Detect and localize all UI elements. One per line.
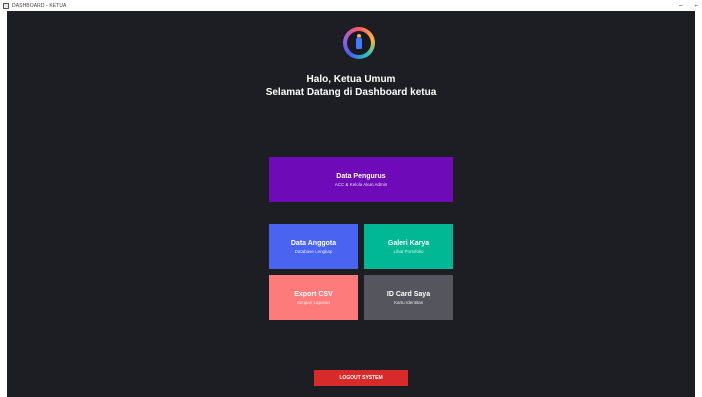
card-title: Galeri Karya — [387, 239, 430, 247]
card-subtitle: Kartu Identitas — [393, 299, 424, 305]
close-button[interactable]: ⌐ — [694, 3, 698, 9]
data-anggota-card[interactable]: Data Anggota Database Lengkap — [269, 224, 358, 269]
greeting-block: Halo, Ketua Umum Selamat Datang di Dashb… — [7, 73, 695, 99]
window-controls: – ⌐ — [679, 0, 698, 11]
galeri-karya-card[interactable]: Galeri Karya Lihat Portofolio — [364, 224, 453, 269]
greeting-line-1: Halo, Ketua Umum — [306, 74, 396, 85]
logo-inner — [347, 31, 371, 55]
id-card-saya-card[interactable]: ID Card Saya Kartu Identitas — [364, 275, 453, 320]
window-app-icon — [3, 2, 9, 9]
brand-logo-icon — [343, 27, 375, 59]
card-subtitle: ACC & Kelola Akun Admin — [334, 181, 388, 187]
app-window: DASHBOARD - KETUA – ⌐ Halo, Ketua Umum S… — [0, 0, 702, 397]
card-subtitle: Database Lengkap — [294, 248, 333, 254]
title-bar: DASHBOARD - KETUA – ⌐ — [0, 0, 702, 11]
card-title: ID Card Saya — [386, 290, 431, 298]
dashboard-content: Halo, Ketua Umum Selamat Datang di Dashb… — [7, 11, 695, 397]
minimize-button[interactable]: – — [679, 3, 682, 9]
logout-button[interactable]: LOGOUT SYSTEM — [314, 370, 408, 386]
card-subtitle: Simpan Laporan — [296, 299, 331, 305]
export-csv-card[interactable]: Export CSV Simpan Laporan — [269, 275, 358, 320]
card-title: Export CSV — [294, 290, 333, 298]
card-title: Data Anggota — [290, 239, 337, 247]
logo-figure — [356, 37, 362, 49]
card-title: Data Pengurus — [336, 172, 386, 180]
greeting-line-2: Selamat Datang di Dashboard ketua — [265, 87, 437, 98]
card-subtitle: Lihat Portofolio — [393, 248, 424, 254]
window-title: DASHBOARD - KETUA — [12, 2, 67, 9]
data-pengurus-card[interactable]: Data Pengurus ACC & Kelola Akun Admin — [269, 157, 453, 202]
